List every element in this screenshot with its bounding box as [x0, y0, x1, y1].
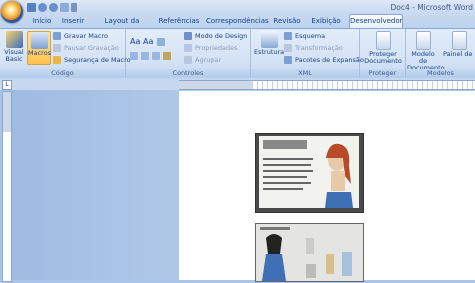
document-template-icon [415, 31, 431, 50]
modelo-documento-button[interactable]: Modelo de Documento [407, 31, 445, 72]
ruler-ticks [253, 81, 475, 89]
macros-button[interactable]: Macros [27, 31, 51, 65]
protect-document-icon [375, 31, 391, 50]
picture-control-icon [157, 38, 165, 46]
visual-basic-label: Visual Basic [4, 48, 24, 63]
redo-icon[interactable] [49, 3, 58, 12]
visual-basic-icon [5, 31, 23, 48]
tab-layout-da-pagina[interactable]: Layout da Página [93, 15, 151, 38]
transformacao-button[interactable]: Transformação [284, 43, 343, 53]
gravar-macro-label: Gravar Macro [64, 32, 108, 40]
design-mode-icon [184, 32, 192, 40]
proteger-documento-label: Proteger Documento [364, 50, 402, 65]
group-proteger: Proteger Documento Proteger [360, 29, 406, 78]
image-1-drawing [263, 140, 353, 208]
structure-icon [260, 31, 278, 48]
group-icon [184, 56, 192, 64]
group-modelos: Modelo de Documento Painel de Documento … [406, 29, 475, 78]
visual-basic-button[interactable]: Visual Basic [3, 31, 25, 63]
picture-control-button[interactable] [157, 37, 168, 47]
modo-design-label: Modo de Design [195, 32, 248, 40]
pausar-gravacao-label: Pausar Gravação [64, 44, 119, 52]
document-image-2[interactable] [255, 223, 364, 282]
rich-text-control-icon: Aa [130, 37, 141, 46]
tab-inserir[interactable]: Inserir [58, 15, 88, 28]
undo-icon[interactable] [38, 3, 47, 12]
ribbon-tabs: Início Inserir Layout da Página Referênc… [0, 14, 475, 38]
group-controles: Aa Aa Modo de Design Propriedades Agrupa… [126, 29, 251, 78]
esquema-label: Esquema [295, 32, 326, 40]
propriedades-label: Propriedades [195, 44, 238, 52]
esquema-button[interactable]: Esquema [284, 31, 325, 41]
building-block-control-button[interactable] [130, 51, 174, 61]
group-label-controles: Controles [126, 69, 250, 78]
group-label-proteger: Proteger [360, 69, 405, 78]
pacotes-expansao-label: Pacotes de Expansão [295, 56, 364, 64]
estrutura-label: Estrutura [254, 48, 285, 56]
group-label-xml: XML [251, 69, 359, 78]
estrutura-button[interactable]: Estrutura [254, 31, 284, 56]
group-codigo: Visual Basic Macros Gravar Macro Pausar … [0, 29, 131, 78]
print-icon[interactable] [60, 3, 69, 12]
tab-exibicao[interactable]: Exibição [309, 15, 343, 28]
tab-revisao[interactable]: Revisão [272, 15, 302, 28]
agrupar-label: Agrupar [195, 56, 222, 64]
window-title: Doc4 - Microsoft Word [390, 3, 473, 12]
vertical-ruler[interactable] [2, 91, 12, 282]
office-button[interactable] [1, 1, 23, 23]
rich-text-control-button[interactable]: Aa [130, 37, 140, 47]
date-picker-icon [152, 52, 160, 60]
save-icon[interactable] [27, 3, 36, 12]
macros-label: Macros [28, 49, 52, 57]
combo-box-icon [130, 52, 138, 60]
dropdown-list-icon [141, 52, 149, 60]
proteger-documento-button[interactable]: Proteger Documento [364, 31, 402, 65]
text-control-button[interactable]: Aa [143, 37, 153, 47]
ribbon: Visual Basic Macros Gravar Macro Pausar … [0, 28, 475, 80]
vertical-ruler-margin [3, 92, 11, 132]
tab-selector[interactable]: L [2, 80, 12, 90]
image-2-drawing [256, 224, 363, 281]
text-control-icon: Aa [143, 37, 154, 46]
schema-icon [284, 32, 292, 40]
group-xml: Estrutura Esquema Transformação Pacotes … [251, 29, 364, 78]
transform-icon [284, 44, 292, 52]
painel-documento-button[interactable]: Painel de Documento [443, 31, 475, 58]
macro-security-icon [53, 56, 61, 64]
agrupar-button[interactable]: Agrupar [184, 55, 221, 65]
pacotes-expansao-button[interactable]: Pacotes de Expansão [284, 55, 364, 65]
customize-qat-icon[interactable] [71, 3, 77, 12]
propriedades-button[interactable]: Propriedades [184, 43, 238, 53]
seguranca-macro-button[interactable]: Segurança de Macro [53, 55, 131, 65]
pause-icon [53, 44, 61, 52]
properties-icon [184, 44, 192, 52]
tab-desenvolvedor[interactable]: Desenvolvedor [349, 14, 403, 29]
gravar-macro-button[interactable]: Gravar Macro [53, 31, 108, 41]
pausar-gravacao-button[interactable]: Pausar Gravação [53, 43, 119, 53]
group-label-modelos: Modelos [406, 69, 475, 78]
horizontal-ruler[interactable] [179, 80, 475, 90]
group-label-codigo: Código [0, 69, 125, 78]
quick-access-toolbar [27, 3, 77, 12]
document-image-1[interactable] [255, 133, 364, 213]
seguranca-macro-label: Segurança de Macro [64, 56, 131, 64]
modo-design-button[interactable]: Modo de Design [184, 31, 247, 41]
legacy-tools-icon [163, 52, 171, 60]
ruler-margin-left [179, 81, 253, 89]
painel-documento-label: Painel de Documento [443, 51, 475, 58]
tab-inicio[interactable]: Início [28, 15, 56, 28]
macros-icon [30, 32, 48, 49]
tab-correspondencias[interactable]: Correspondências [206, 15, 269, 28]
record-macro-icon [53, 32, 61, 40]
tab-referencias[interactable]: Referências [157, 15, 201, 28]
expansion-packs-icon [284, 56, 292, 64]
document-panel-icon [451, 31, 467, 50]
transformacao-label: Transformação [295, 44, 343, 52]
image-1-paper [259, 136, 359, 208]
